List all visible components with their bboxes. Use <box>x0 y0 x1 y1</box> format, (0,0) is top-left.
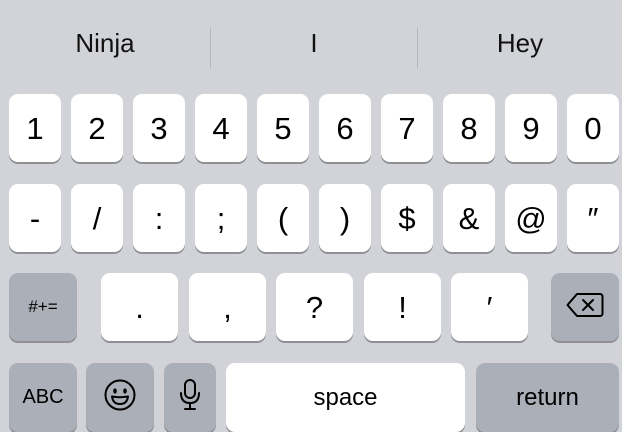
key-label: ′ <box>486 289 493 325</box>
key-close-paren[interactable]: ) <box>319 184 371 252</box>
key-8[interactable]: 8 <box>443 94 495 162</box>
key-label: ) <box>339 200 351 236</box>
key-label: ? <box>305 289 324 325</box>
key-label: 0 <box>584 110 602 146</box>
key-label: space <box>313 383 378 411</box>
key-label: . <box>135 289 144 325</box>
key-question[interactable]: ? <box>276 273 353 341</box>
key-label: 6 <box>336 110 354 146</box>
key-label: return <box>516 383 579 411</box>
key-slash[interactable]: / <box>71 184 123 252</box>
space-key[interactable]: space <box>226 363 465 432</box>
key-0[interactable]: 0 <box>567 94 619 162</box>
suggestion-3[interactable]: Hey <box>418 0 622 86</box>
key-label: : <box>154 200 164 236</box>
key-4[interactable]: 4 <box>195 94 247 162</box>
key-quote[interactable]: ″ <box>567 184 619 252</box>
key-label: @ <box>515 200 547 236</box>
suggestion-2[interactable]: I <box>211 0 417 86</box>
key-label: 8 <box>460 110 478 146</box>
key-label: - <box>29 200 41 236</box>
key-3[interactable]: 3 <box>133 94 185 162</box>
key-label: ; <box>216 200 226 236</box>
return-key[interactable]: return <box>476 363 619 432</box>
key-dollar[interactable]: $ <box>381 184 433 252</box>
key-label: 3 <box>150 110 168 146</box>
delete-key[interactable] <box>551 273 619 341</box>
dictation-key[interactable] <box>164 363 216 432</box>
key-more-symbols[interactable]: #+= <box>9 273 77 341</box>
key-abc[interactable]: ABC <box>9 363 77 432</box>
key-comma[interactable]: , <box>189 273 266 341</box>
key-label: 7 <box>398 110 416 146</box>
key-label: 4 <box>212 110 230 146</box>
key-label: , <box>223 289 232 325</box>
key-2[interactable]: 2 <box>71 94 123 162</box>
key-label: #+= <box>28 297 58 316</box>
key-label: $ <box>398 200 416 236</box>
key-at[interactable]: @ <box>505 184 557 252</box>
key-1[interactable]: 1 <box>9 94 61 162</box>
key-9[interactable]: 9 <box>505 94 557 162</box>
key-7[interactable]: 7 <box>381 94 433 162</box>
key-label: ABC <box>22 386 64 408</box>
key-label: 1 <box>26 110 44 146</box>
key-colon[interactable]: : <box>133 184 185 252</box>
microphone-icon <box>179 378 201 417</box>
key-label: & <box>458 200 480 236</box>
emoji-icon <box>103 378 137 417</box>
key-label: 5 <box>274 110 292 146</box>
key-label: ″ <box>587 200 599 236</box>
key-hyphen[interactable]: - <box>9 184 61 252</box>
backspace-icon <box>566 292 604 323</box>
key-label: 2 <box>88 110 106 146</box>
key-label: / <box>92 200 102 236</box>
key-label: ! <box>398 289 407 325</box>
suggestion-1[interactable]: Ninja <box>0 0 210 86</box>
key-period[interactable]: . <box>101 273 178 341</box>
key-label: ( <box>277 200 289 236</box>
key-5[interactable]: 5 <box>257 94 309 162</box>
key-ampersand[interactable]: & <box>443 184 495 252</box>
key-label: 9 <box>522 110 540 146</box>
key-exclamation[interactable]: ! <box>364 273 441 341</box>
key-open-paren[interactable]: ( <box>257 184 309 252</box>
emoji-key[interactable] <box>86 363 154 432</box>
key-semicolon[interactable]: ; <box>195 184 247 252</box>
suggestion-bar: Ninja I Hey <box>0 0 622 86</box>
key-apostrophe[interactable]: ′ <box>451 273 528 341</box>
key-6[interactable]: 6 <box>319 94 371 162</box>
